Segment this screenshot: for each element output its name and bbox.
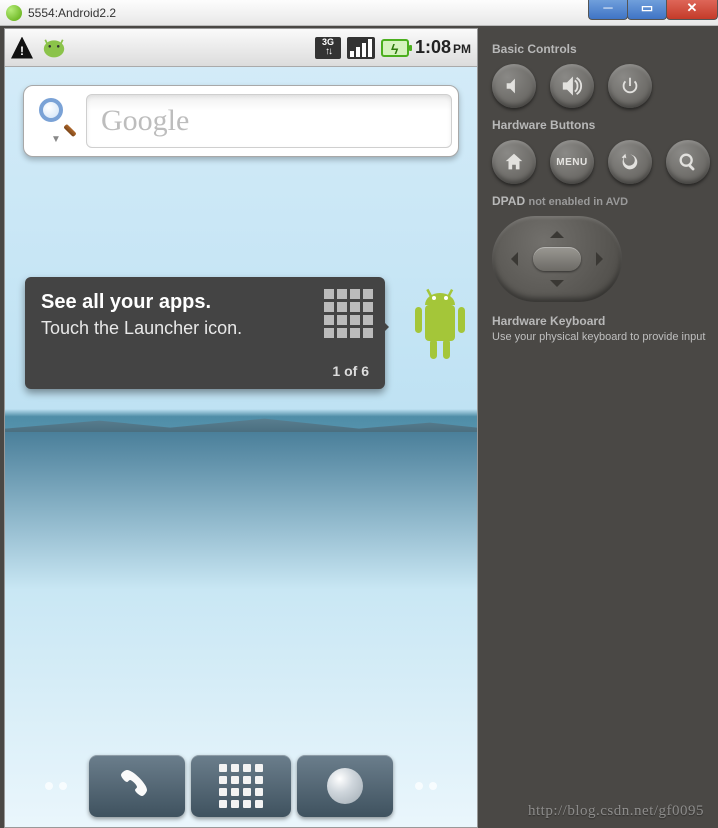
window-favicon	[6, 5, 22, 21]
window-title: 5554:Android2.2	[28, 6, 116, 20]
hint-title: See all your apps.	[41, 291, 369, 314]
onboarding-hint[interactable]: See all your apps. Touch the Launcher ic…	[25, 277, 385, 389]
dpad-up[interactable]	[550, 224, 564, 238]
android-mascot-icon	[401, 287, 478, 384]
volume-up-button[interactable]	[550, 64, 594, 108]
chevron-down-icon: ▼	[51, 134, 61, 145]
dpad-left[interactable]	[504, 252, 518, 266]
dpad-label: DPAD not enabled in AVD	[492, 194, 710, 208]
dpad-control	[492, 216, 622, 302]
menu-button[interactable]: MENU	[550, 140, 594, 184]
search-placeholder: Google	[101, 104, 189, 138]
basic-controls-label: Basic Controls	[492, 42, 710, 56]
volume-down-button[interactable]	[492, 64, 536, 108]
signal-icon	[347, 37, 375, 59]
dpad-down[interactable]	[550, 280, 564, 294]
hardware-buttons-label: Hardware Buttons	[492, 118, 710, 132]
emulator-screen: ! 3G↑↓ ϟ 1:08PM ▼	[4, 28, 478, 828]
back-button[interactable]	[608, 140, 652, 184]
maximize-button[interactable]: ▭	[627, 0, 667, 20]
hint-pager: 1 of 6	[41, 363, 369, 379]
search-scope-button[interactable]: ▼	[26, 88, 86, 154]
page-indicator-left[interactable]	[29, 782, 83, 790]
dialer-button[interactable]	[89, 755, 185, 817]
launcher-button[interactable]	[191, 755, 291, 817]
status-bar[interactable]: ! 3G↑↓ ϟ 1:08PM	[5, 29, 477, 67]
dpad-center[interactable]	[533, 247, 581, 271]
status-clock: 1:08PM	[415, 37, 471, 58]
dpad-right[interactable]	[596, 252, 610, 266]
power-button[interactable]	[608, 64, 652, 108]
globe-icon	[327, 768, 363, 804]
phone-icon	[117, 764, 157, 809]
apps-grid-icon	[219, 764, 263, 808]
google-search-widget[interactable]: ▼ Google	[23, 85, 459, 157]
launcher-grid-icon	[324, 289, 373, 338]
hw-keyboard-label: Hardware Keyboard	[492, 314, 710, 328]
watermark-text: http://blog.csdn.net/gf0095	[528, 803, 704, 820]
window-controls: ─ ▭ ✕	[589, 0, 718, 24]
home-button[interactable]	[492, 140, 536, 184]
battery-charging-icon: ϟ	[381, 39, 409, 57]
network-3g-icon: 3G↑↓	[315, 37, 341, 59]
search-button[interactable]	[666, 140, 710, 184]
warning-icon: !	[11, 37, 33, 59]
minimize-button[interactable]: ─	[588, 0, 628, 20]
home-dock	[5, 755, 477, 817]
search-input[interactable]: Google	[86, 94, 452, 148]
close-button[interactable]: ✕	[666, 0, 718, 20]
home-wallpaper[interactable]: ▼ Google See all your apps. Touch the La…	[5, 67, 477, 827]
search-icon	[39, 98, 73, 132]
browser-button[interactable]	[297, 755, 393, 817]
page-indicator-right[interactable]	[399, 782, 453, 790]
hint-body: Touch the Launcher icon.	[41, 318, 369, 339]
emulator-side-panel: Basic Controls Hardware Buttons MENU	[478, 26, 718, 828]
android-debug-icon	[37, 35, 71, 61]
hw-keyboard-desc: Use your physical keyboard to provide in…	[492, 330, 710, 344]
